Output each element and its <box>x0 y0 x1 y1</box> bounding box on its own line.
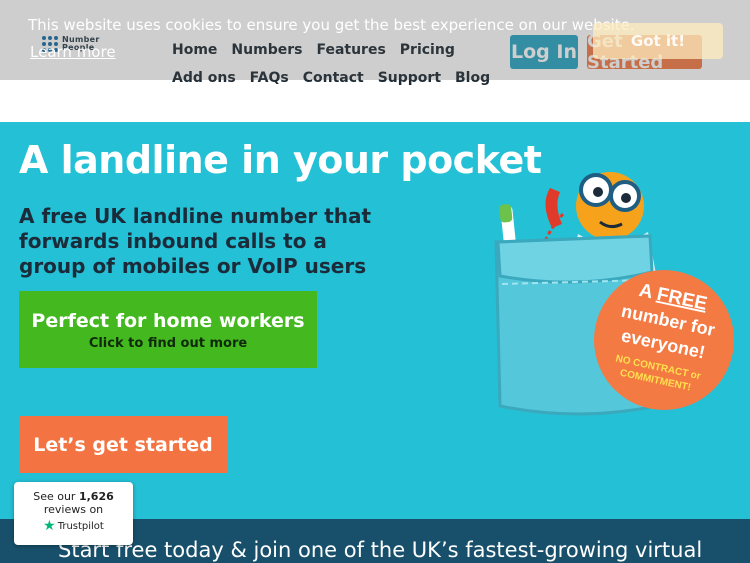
cookie-learn-more-link[interactable]: Learn more <box>30 43 116 61</box>
trustpilot-prefix: See our <box>33 490 76 503</box>
home-workers-button[interactable]: Perfect for home workers Click to find o… <box>19 291 317 368</box>
trustpilot-star-icon: ★ <box>43 518 56 534</box>
trustpilot-widget[interactable]: See our 1,626 reviews on ★ Trustpilot <box>14 482 133 545</box>
trustpilot-brand: Trustpilot <box>57 520 104 532</box>
cookie-banner: This website uses cookies to ensure you … <box>0 0 750 80</box>
trustpilot-reviews-on: reviews on <box>43 503 104 516</box>
lets-get-started-button[interactable]: Let’s get started <box>19 416 227 473</box>
pocket-mascot-illustration: A FREE number for everyone! NO CONTRACT … <box>494 172 734 416</box>
home-workers-title: Perfect for home workers <box>31 309 305 332</box>
home-workers-subtitle: Click to find out more <box>88 335 248 351</box>
hero-title: A landline in your pocket <box>19 138 542 182</box>
cookie-accept-button[interactable]: Got it! <box>593 23 723 59</box>
cookie-message: This website uses cookies to ensure you … <box>28 16 635 34</box>
hero-section: A landline in your pocket A free UK land… <box>0 122 750 519</box>
trustpilot-review-count: 1,626 <box>78 490 114 503</box>
band-headline: Start free today & join one of the UK’s … <box>58 538 703 562</box>
hero-subtitle: A free UK landline number that forwards … <box>19 204 372 278</box>
